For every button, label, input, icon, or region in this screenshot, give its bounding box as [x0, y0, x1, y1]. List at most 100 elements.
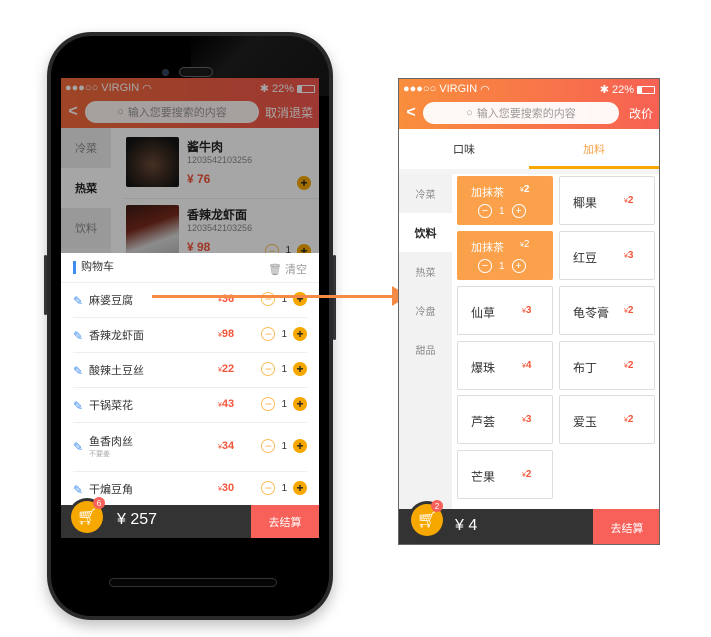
- quantity-value: 1: [281, 328, 287, 340]
- edit-icon[interactable]: ✎: [73, 483, 83, 497]
- decrease-button[interactable]: −: [261, 327, 276, 341]
- topping-name: 芦荟: [471, 415, 496, 429]
- total-amount: ¥ 257: [117, 511, 158, 528]
- decrease-button[interactable]: −: [261, 397, 276, 411]
- item-name: 香辣龙虾面: [89, 330, 144, 342]
- tab-flavor[interactable]: 口味: [399, 129, 529, 169]
- increase-button[interactable]: +: [511, 204, 526, 218]
- quantity-stepper: −1 +: [478, 259, 526, 273]
- topping-tile-selected[interactable]: 加抹茶 ¥2 −1 +: [457, 176, 553, 225]
- topping-tile[interactable]: 芒果 ¥2: [457, 450, 553, 499]
- total-amount: ¥ 4: [455, 517, 478, 534]
- quantity-stepper: −1 +: [261, 362, 307, 376]
- topping-tile[interactable]: 仙草 ¥3: [457, 286, 553, 335]
- category-item[interactable]: 冷菜: [399, 174, 452, 213]
- cart-row[interactable]: ✎ 干锅菜花 ¥43 −1 +: [73, 388, 307, 423]
- item-name: 干锅菜花: [89, 400, 133, 412]
- increase-button[interactable]: +: [293, 327, 307, 341]
- quantity-stepper: −1 +: [261, 397, 307, 411]
- increase-button[interactable]: +: [293, 397, 307, 411]
- edit-icon[interactable]: ✎: [73, 399, 83, 413]
- cart-count-badge: 2: [431, 500, 443, 512]
- topping-price: ¥2: [520, 239, 530, 250]
- overlay-dim[interactable]: [61, 78, 319, 253]
- left-screen: ●●●○○ VIRGIN ◠ ✱ 22% < ○ 输入您要搜索的内容 取消退菜 冷…: [61, 78, 319, 538]
- topping-name: 布丁: [573, 361, 598, 375]
- checkout-button[interactable]: 去结算: [251, 505, 319, 538]
- category-item[interactable]: 甜品: [399, 330, 452, 369]
- topping-price: ¥3: [522, 414, 532, 425]
- decrease-button[interactable]: −: [478, 204, 492, 218]
- topping-tile[interactable]: 龟苓膏 ¥2: [559, 286, 655, 335]
- search-placeholder: 输入您要搜索的内容: [476, 108, 576, 120]
- edit-icon[interactable]: ✎: [73, 329, 83, 343]
- item-price: ¥98: [218, 328, 235, 340]
- edit-icon[interactable]: ✎: [73, 364, 83, 378]
- tab-bar: 口味 加料: [399, 129, 659, 169]
- cart-icon: 🛒︎: [416, 512, 438, 529]
- item-name: 鱼香肉丝: [89, 436, 133, 448]
- quantity-value: 1: [281, 363, 287, 375]
- quantity-stepper: −1 +: [261, 439, 307, 453]
- topping-tile[interactable]: 芦荟 ¥3: [457, 395, 553, 444]
- stage: ●●●○○ VIRGIN ◠ ✱ 22% < ○ 输入您要搜索的内容 取消退菜 冷…: [0, 0, 711, 637]
- topping-price: ¥2: [520, 184, 530, 195]
- category-item-active[interactable]: 饮料: [399, 213, 452, 252]
- increase-button[interactable]: +: [293, 481, 307, 495]
- edit-icon[interactable]: ✎: [73, 440, 83, 454]
- topping-tile[interactable]: 爱玉 ¥2: [559, 395, 655, 444]
- back-button[interactable]: <: [399, 104, 423, 122]
- topping-tile[interactable]: 红豆 ¥3: [559, 231, 655, 280]
- item-price: ¥43: [218, 398, 235, 410]
- trash-icon: 🗑: [267, 264, 282, 276]
- decrease-button[interactable]: −: [261, 439, 276, 453]
- nav-bar: < ○ 输入您要搜索的内容 改价: [399, 101, 659, 125]
- item-note: 不要姜: [89, 451, 110, 458]
- item-price: ¥30: [218, 482, 235, 494]
- cart-row[interactable]: ✎ 干煸豆角 ¥30 −1 +: [73, 472, 307, 507]
- topping-price: ¥2: [624, 360, 634, 371]
- topping-price: ¥3: [624, 250, 634, 261]
- topping-price: ¥3: [522, 305, 532, 316]
- decrease-button[interactable]: −: [478, 259, 492, 273]
- flow-arrow-line: [152, 295, 400, 298]
- cart-panel: 购物车 🗑 清空 ✎ 麻婆豆腐 ¥36 −1 + ✎ 香辣龙虾面 ¥98 −1 + …: [61, 253, 319, 505]
- checkout-button[interactable]: 去结算: [593, 509, 659, 544]
- quantity-stepper: −1 +: [261, 327, 307, 341]
- topping-name: 加抹茶: [471, 187, 504, 199]
- increase-button[interactable]: +: [511, 259, 526, 273]
- topping-name: 椰果: [573, 196, 598, 210]
- carrier-label: ●●●○○ VIRGIN: [403, 83, 478, 95]
- right-screen: ●●●○○ VIRGIN ◠ ✱ 22% < ○ 输入您要搜索的内容 改价 口味 …: [398, 78, 660, 545]
- cart-row[interactable]: ✎ 麻婆豆腐 ¥36 −1 +: [73, 283, 307, 318]
- topping-tile[interactable]: 布丁 ¥2: [559, 341, 655, 390]
- topping-price: ¥2: [624, 195, 634, 206]
- clear-cart-button[interactable]: 🗑 清空: [268, 261, 307, 277]
- topping-tile[interactable]: 爆珠 ¥4: [457, 341, 553, 390]
- category-item[interactable]: 热菜: [399, 252, 452, 291]
- category-item[interactable]: 冷盘: [399, 291, 452, 330]
- increase-button[interactable]: +: [293, 362, 307, 376]
- topping-tile[interactable]: 椰果 ¥2: [559, 176, 655, 225]
- search-icon: ○: [466, 107, 473, 119]
- tab-toppings[interactable]: 加料: [529, 129, 659, 169]
- topping-price: ¥2: [624, 305, 634, 316]
- topping-name: 红豆: [573, 251, 598, 265]
- quantity-stepper: −1 +: [478, 204, 526, 218]
- topping-name: 龟苓膏: [573, 306, 610, 320]
- decrease-button[interactable]: −: [261, 362, 276, 376]
- topping-tile-selected[interactable]: 加抹茶 ¥2 −1 +: [457, 231, 553, 280]
- decrease-button[interactable]: −: [261, 481, 276, 495]
- search-input[interactable]: ○ 输入您要搜索的内容: [423, 102, 619, 124]
- change-price-button[interactable]: 改价: [623, 105, 659, 122]
- quantity-stepper: −1 +: [261, 481, 307, 495]
- cart-header: 购物车 🗑 清空: [61, 253, 319, 283]
- battery-icon: [637, 85, 655, 94]
- cart-row[interactable]: ✎ 酸辣土豆丝 ¥22 −1 +: [73, 353, 307, 388]
- cart-row[interactable]: ✎ 鱼香肉丝 不要姜 ¥34 −1 +: [73, 423, 307, 472]
- clear-label: 清空: [285, 264, 307, 276]
- cart-row[interactable]: ✎ 香辣龙虾面 ¥98 −1 +: [73, 318, 307, 353]
- edit-icon[interactable]: ✎: [73, 294, 83, 308]
- cart-title: 购物车: [73, 261, 114, 274]
- increase-button[interactable]: +: [293, 439, 307, 453]
